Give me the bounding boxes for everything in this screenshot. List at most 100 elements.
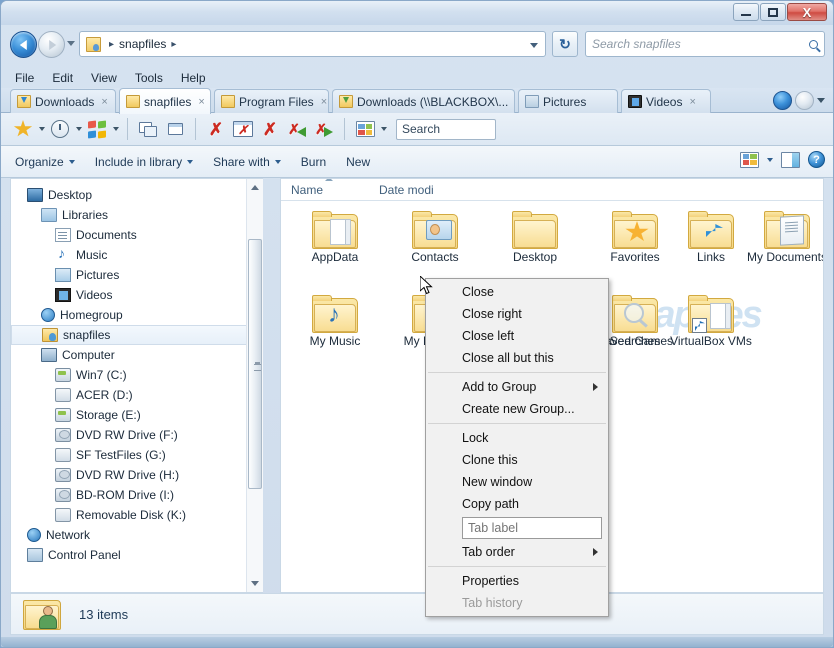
breadcrumb-separator-2[interactable]: ▸ [171, 39, 176, 50]
sidebar-item-sf-testfiles-g[interactable]: SF TestFiles (G:) [11, 445, 263, 465]
tab-program-files[interactable]: Program Files × [214, 89, 329, 113]
tab-back-button[interactable] [773, 91, 792, 110]
menu-item-help[interactable]: Help [181, 71, 206, 85]
back-button[interactable] [10, 31, 37, 58]
include-in-library-button[interactable]: Include in library [95, 155, 194, 169]
sidebar-item-videos[interactable]: Videos [11, 285, 263, 305]
menu-item-add-to-group[interactable]: Add to Group [426, 376, 608, 398]
toolbar-search-input[interactable]: Search [396, 118, 496, 140]
help-icon[interactable]: ? [808, 151, 825, 168]
sidebar-item-control-panel[interactable]: Control Panel [11, 545, 263, 565]
menu-item-edit[interactable]: Edit [52, 71, 73, 85]
tab-forward-button[interactable] [795, 91, 814, 110]
menu-item-view[interactable]: View [91, 71, 117, 85]
organize-button[interactable]: Organize [15, 155, 75, 169]
tab-downloads-network[interactable]: Downloads (\\BLACKBOX\... [332, 89, 515, 113]
tab-close-icon[interactable]: × [101, 96, 107, 108]
views-chevron-down-icon[interactable] [381, 127, 387, 131]
close-window-icon[interactable]: ✗ [231, 117, 255, 141]
menu-item-tools[interactable]: Tools [135, 71, 163, 85]
menu-item-close[interactable]: Close [426, 281, 608, 303]
file-item-virtualbox-vms[interactable]: VirtualBox VMs [661, 295, 761, 348]
address-bar[interactable]: ▸ snapfiles ▸ [79, 31, 546, 57]
sidebar-item-acer-d[interactable]: ACER (D:) [11, 385, 263, 405]
sidebar-item-storage-e[interactable]: Storage (E:) [11, 405, 263, 425]
tab-snapfiles[interactable]: snapfiles × [119, 88, 211, 114]
scroll-up-icon[interactable] [251, 185, 259, 190]
sidebar-item-snapfiles[interactable]: snapfiles [11, 325, 263, 345]
tab-list-chevron-down-icon[interactable] [817, 98, 825, 103]
tab-pictures[interactable]: Pictures [518, 89, 618, 113]
scroll-down-icon[interactable] [251, 581, 259, 586]
new-tab-icon[interactable] [136, 117, 160, 141]
favorites-star-icon[interactable] [11, 117, 35, 141]
windows-logo-icon[interactable] [85, 117, 109, 141]
tab-close-icon[interactable]: × [689, 96, 695, 108]
tab-close-icon[interactable]: × [198, 96, 204, 108]
sidebar-item-homegroup[interactable]: Homegroup [11, 305, 263, 325]
sidebar-item-desktop[interactable]: Desktop [11, 185, 263, 205]
history-dropdown-icon[interactable] [67, 41, 75, 46]
search-input[interactable]: Search snapfiles [592, 37, 809, 51]
breadcrumb-snapfiles[interactable]: snapfiles [119, 37, 166, 51]
menu-item-lock[interactable]: Lock [426, 427, 608, 449]
sidebar-item-documents[interactable]: Documents [11, 225, 263, 245]
sidebar-item-network[interactable]: Network [11, 525, 263, 545]
column-header-name[interactable]: Name [281, 179, 369, 197]
forward-button[interactable] [38, 31, 65, 58]
menu-item-clone-this[interactable]: Clone this [426, 449, 608, 471]
file-item-contacts[interactable]: Contacts [385, 211, 485, 264]
minimize-button[interactable] [733, 3, 759, 21]
sidebar-item-dvd-h[interactable]: DVD RW Drive (H:) [11, 465, 263, 485]
views-icon[interactable] [740, 151, 759, 168]
favorites-chevron-down-icon[interactable] [39, 127, 45, 131]
close-tabs-left-icon[interactable]: ✗ [285, 117, 309, 141]
menu-item-file[interactable]: File [15, 71, 34, 85]
history-chevron-down-icon[interactable] [76, 127, 82, 131]
navigation-pane-scrollbar[interactable] [246, 179, 263, 592]
file-item-desktop[interactable]: Desktop [485, 211, 585, 264]
menu-item-create-new-group[interactable]: Create new Group... [426, 398, 608, 420]
sidebar-item-bdrom-i[interactable]: BD-ROM Drive (I:) [11, 485, 263, 505]
close-tab-icon[interactable]: ✗ [204, 117, 228, 141]
tab-downloads[interactable]: Downloads × [10, 89, 116, 113]
close-tabs-right-icon[interactable]: ✗ [312, 117, 336, 141]
share-with-button[interactable]: Share with [213, 155, 281, 169]
sidebar-item-computer[interactable]: Computer [11, 345, 263, 365]
chevron-down-icon[interactable] [530, 43, 538, 48]
file-item-appdata[interactable]: AppData [285, 211, 385, 264]
tab-close-icon[interactable]: × [321, 96, 327, 108]
sidebar-item-win7-c[interactable]: Win7 (C:) [11, 365, 263, 385]
menu-item-tab-order[interactable]: Tab order [426, 541, 608, 563]
sidebar-item-removable-k[interactable]: Removable Disk (K:) [11, 505, 263, 525]
history-clock-icon[interactable] [48, 117, 72, 141]
file-item-my-documents[interactable]: My Documents [737, 211, 823, 264]
tab-label-input[interactable] [462, 517, 602, 539]
maximize-button[interactable] [760, 3, 786, 21]
menu-item-copy-path[interactable]: Copy path [426, 493, 608, 515]
sidebar-item-libraries[interactable]: Libraries [11, 205, 263, 225]
tab-videos[interactable]: Videos × [621, 89, 711, 113]
close-all-tabs-icon[interactable]: ✗ [258, 117, 282, 141]
menu-item-properties[interactable]: Properties [426, 570, 608, 592]
sidebar-item-dvd-f[interactable]: DVD RW Drive (F:) [11, 425, 263, 445]
views-icon[interactable] [353, 117, 377, 141]
scrollbar-thumb[interactable] [248, 239, 262, 489]
menu-item-close-left[interactable]: Close left [426, 325, 608, 347]
menu-item-new-window[interactable]: New window [426, 471, 608, 493]
file-item-my-music[interactable]: ♪ My Music [285, 295, 385, 348]
burn-button[interactable]: Burn [301, 155, 326, 169]
new-button[interactable]: New [346, 155, 370, 169]
menu-item-close-all-but-this[interactable]: Close all but this [426, 347, 608, 369]
preview-pane-button[interactable] [781, 151, 800, 168]
duplicate-tab-icon[interactable] [163, 117, 187, 141]
sidebar-item-music[interactable]: Music [11, 245, 263, 265]
menu-item-close-right[interactable]: Close right [426, 303, 608, 325]
windows-chevron-down-icon[interactable] [113, 127, 119, 131]
refresh-button[interactable]: ↻ [552, 31, 578, 57]
close-button[interactable]: X [787, 3, 827, 21]
sidebar-item-pictures[interactable]: Pictures [11, 265, 263, 285]
views-chevron-down-icon[interactable] [767, 157, 773, 162]
column-header-date-modified[interactable]: Date modi [369, 183, 479, 197]
search-box[interactable]: Search snapfiles [585, 31, 825, 57]
